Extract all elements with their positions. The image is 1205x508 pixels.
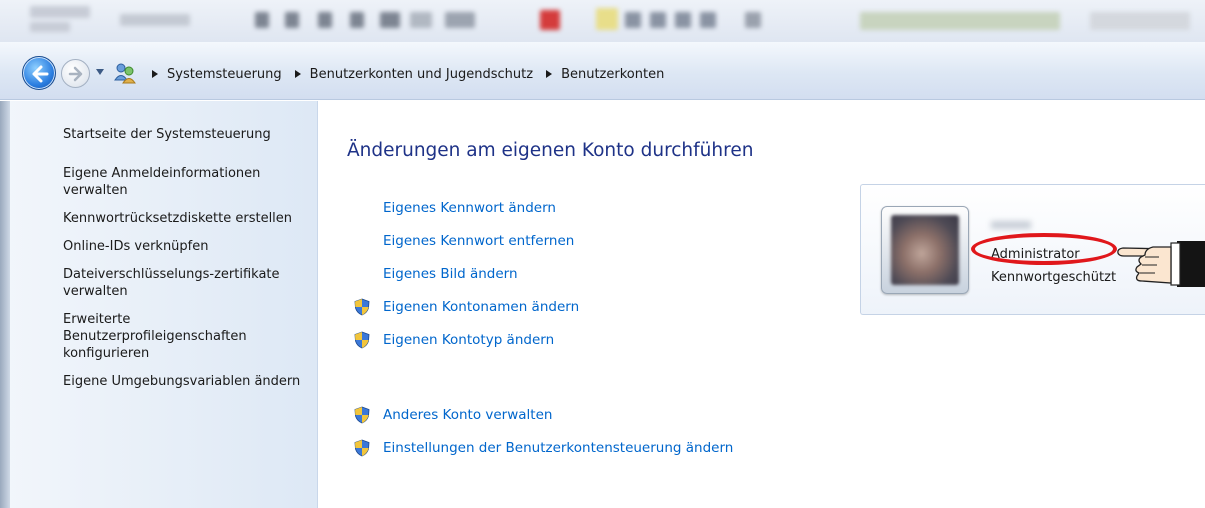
task-link-online-ids[interactable]: Online-IDs verknüpfen [63, 238, 313, 255]
breadcrumb-benutzerkonten-jugendschutz[interactable]: Benutzerkonten und Jugendschutz [310, 67, 533, 82]
change-picture-link[interactable]: Eigenes Bild ändern [383, 266, 518, 282]
back-button[interactable] [22, 56, 56, 90]
manage-other-account-link[interactable]: Anderes Konto verwalten [383, 407, 552, 423]
uac-shield-icon [354, 406, 370, 423]
forward-button[interactable] [61, 59, 90, 88]
task-link-control-panel-home[interactable]: Startseite der Systemsteuerung [63, 126, 313, 143]
blurred-toolbar [0, 0, 1205, 42]
history-dropdown-icon[interactable] [95, 67, 105, 77]
breadcrumb-separator-icon[interactable] [149, 68, 161, 80]
address-bar: Systemsteuerung Benutzerkonten und Jugen… [0, 42, 1205, 100]
user-accounts-icon[interactable] [113, 61, 137, 85]
breadcrumb-systemsteuerung[interactable]: Systemsteuerung [167, 67, 282, 82]
avatar-image [891, 215, 959, 285]
change-account-type-link[interactable]: Eigenen Kontotyp ändern [383, 332, 554, 348]
list-item: Einstellungen der Benutzerkontensteuerun… [353, 439, 733, 456]
change-account-name-link[interactable]: Eigenen Kontonamen ändern [383, 299, 579, 315]
list-item: Eigenen Kontonamen ändern [353, 298, 733, 315]
task-pane: Startseite der Systemsteuerung Eigene An… [0, 101, 318, 508]
account-tasks: Eigenes Kennwort ändern Eigenes Kennwort… [353, 199, 733, 456]
uac-shield-icon [354, 298, 370, 315]
list-item: Anderes Konto verwalten [353, 406, 733, 423]
task-link-manage-credentials[interactable]: Eigene Anmeldeinformationen verwalten [63, 165, 313, 199]
page-title: Änderungen am eigenen Konto durchführen [347, 140, 754, 161]
task-link-password-reset-disk[interactable]: Kennwortrücksetzdiskette erstellen [63, 210, 313, 227]
pointing-hand-icon [1117, 241, 1205, 287]
list-item: Eigenes Kennwort entfernen [353, 232, 733, 249]
uac-shield-icon [354, 439, 370, 456]
breadcrumb-separator-icon[interactable] [292, 68, 304, 80]
list-item: Eigenes Bild ändern [353, 265, 733, 282]
arrow-left-icon [32, 65, 49, 83]
account-card: Administrator Kennwortgeschützt [860, 184, 1205, 315]
uac-shield-icon [354, 331, 370, 348]
password-status-label: Kennwortgeschützt [991, 270, 1117, 285]
pane-edge [0, 101, 10, 508]
arrow-right-icon [68, 66, 83, 82]
list-item: Eigenen Kontotyp ändern [353, 331, 733, 348]
task-link-file-encryption-certificates[interactable]: Dateiverschlüsselungs-zertifikate verwal… [63, 266, 313, 300]
change-password-link[interactable]: Eigenes Kennwort ändern [383, 200, 556, 216]
uac-settings-link[interactable]: Einstellungen der Benutzerkontensteuerun… [383, 440, 733, 456]
avatar[interactable] [881, 206, 969, 294]
task-link-advanced-profile-properties[interactable]: Erweiterte Benutzerprofileigenschaften k… [63, 311, 313, 362]
list-item: Eigenes Kennwort ändern [353, 199, 733, 216]
highlight-ellipse [971, 233, 1117, 265]
breadcrumb-benutzerkonten[interactable]: Benutzerkonten [561, 67, 664, 82]
breadcrumb: Systemsteuerung Benutzerkonten und Jugen… [145, 63, 664, 85]
task-link-environment-variables[interactable]: Eigene Umgebungsvariablen ändern [63, 373, 313, 390]
remove-password-link[interactable]: Eigenes Kennwort entfernen [383, 233, 574, 249]
blurred-username [991, 221, 1031, 229]
breadcrumb-separator-icon[interactable] [543, 68, 555, 80]
